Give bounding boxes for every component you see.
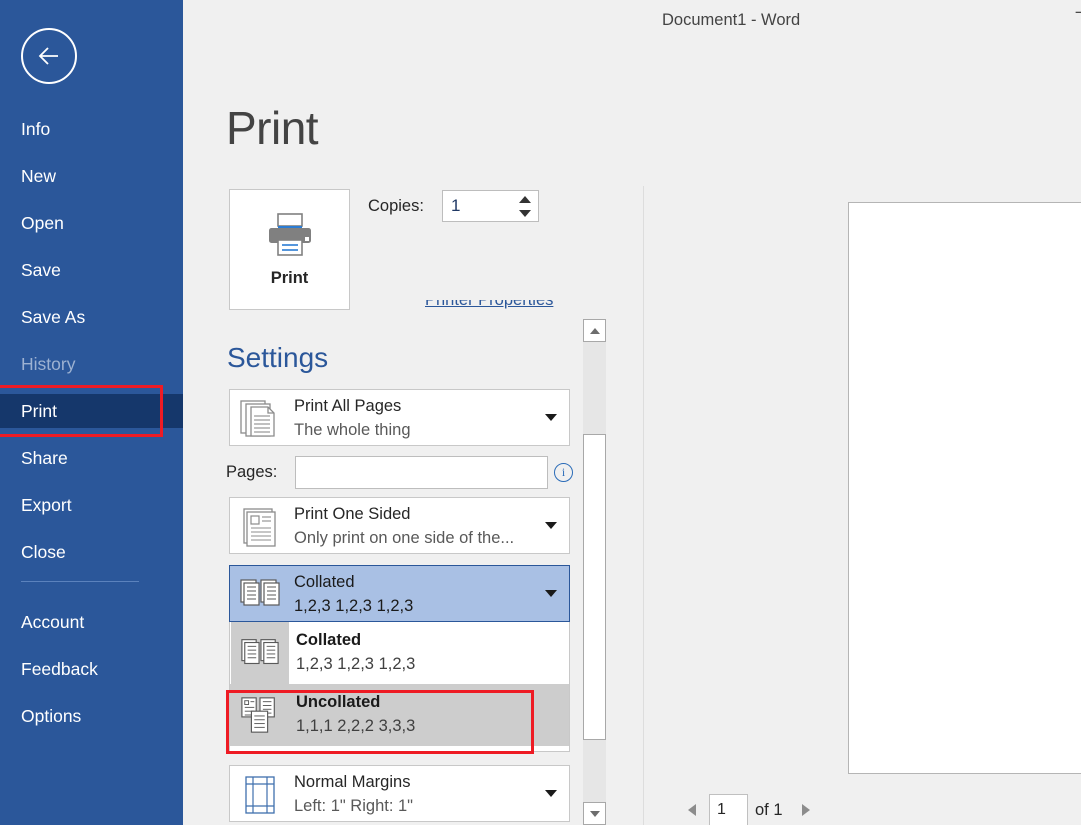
sidebar-item-account[interactable]: Account [0,605,183,639]
triangle-down-icon [519,210,531,217]
scrollbar-down-button[interactable] [583,802,606,825]
sidebar-item-label: Save [21,259,61,280]
settings-scrollbar[interactable] [583,319,606,825]
print-sides-subtitle: Only print on one side of the... [294,529,515,547]
scrollbar-thumb[interactable] [583,434,606,740]
pages-label: Pages: [226,463,278,481]
print-button[interactable]: Print [229,189,350,310]
dropdown-option-uncollated[interactable]: Uncollated 1,1,1 2,2,2 3,3,3 [230,684,569,746]
collation-dropdown-list: Collated 1,2,3 1,2,3 1,2,3 Uncollated 1,… [229,622,570,752]
print-range-subtitle: The whole thing [294,421,411,439]
sidebar-item-close[interactable]: Close [0,535,183,569]
print-preview-page [848,202,1081,774]
collation-title: Collated [294,573,355,591]
collated-icon [241,639,279,665]
sidebar-item-open[interactable]: Open [0,206,183,240]
titlebar-partial-icon: ⊤ [1074,8,1081,31]
sidebar-item-label: Save As [21,306,86,327]
sidebar-item-options[interactable]: Options [0,699,183,733]
copies-decrement-button[interactable] [517,207,533,220]
title-bar: Document1 - Word ⊤ [183,0,1081,40]
scrollbar-track-lower[interactable] [583,740,606,802]
settings-heading: Settings [227,342,329,373]
triangle-down-icon [589,810,600,817]
triangle-up-icon [519,196,531,203]
one-sided-page-icon [243,508,276,547]
print-sides-title: Print One Sided [294,505,411,523]
sidebar-item-feedback[interactable]: Feedback [0,652,183,686]
print-range-title: Print All Pages [294,397,402,415]
margins-dropdown[interactable]: Normal Margins Left: 1" Right: 1" [229,765,570,822]
dropdown-option-title: Collated [296,631,362,649]
pages-stack-icon [240,400,275,437]
option-icon-wrap [231,684,289,746]
copies-stepper[interactable]: 1 [442,190,539,222]
sidebar-item-print[interactable]: Print [0,394,183,428]
sidebar-item-label: Feedback [21,658,98,679]
backstage-sidebar: Info New Open Save Save As History Print… [0,0,183,825]
pages-info-icon[interactable]: i [554,463,573,482]
triangle-up-icon [589,327,600,334]
chevron-down-icon [545,414,557,421]
print-sides-dropdown[interactable]: Print One Sided Only print on one side o… [229,497,570,554]
page-count-label: of 1 [755,801,783,819]
print-button-label: Print [270,269,309,287]
print-range-dropdown[interactable]: Print All Pages The whole thing [229,389,570,446]
sidebar-item-save[interactable]: Save [0,253,183,287]
sidebar-item-label: Account [21,611,85,632]
back-arrow-button[interactable] [21,28,77,84]
margins-subtitle: Left: 1" Right: 1" [294,797,414,815]
chevron-down-icon [545,590,557,597]
sidebar-item-history: History [0,347,183,381]
page-title: Print [226,102,319,154]
page-number-input[interactable] [709,794,748,825]
pages-input[interactable] [295,456,548,489]
info-glyph: i [561,465,566,479]
back-arrow-icon [38,47,58,65]
sidebar-item-label: Options [21,705,82,726]
sidebar-item-label: New [21,165,57,186]
sidebar-item-info[interactable]: Info [0,112,183,146]
sidebar-item-new[interactable]: New [0,159,183,193]
dropdown-option-subtitle: 1,1,1 2,2,2 3,3,3 [296,717,416,735]
printer-properties-clip: Printer Properties [425,300,575,318]
copies-value[interactable]: 1 [451,196,460,216]
next-page-button[interactable] [797,801,815,819]
copies-increment-button[interactable] [517,193,533,206]
collation-dropdown[interactable]: Collated 1,2,3 1,2,3 1,2,3 [229,565,570,622]
chevron-down-icon [545,790,557,797]
collation-subtitle: 1,2,3 1,2,3 1,2,3 [294,597,414,615]
option-icon-wrap [231,622,289,684]
sidebar-item-label: Export [21,494,72,515]
window-title: Document1 - Word [662,11,801,29]
sidebar-item-share[interactable]: Share [0,441,183,475]
chevron-down-icon [545,522,557,529]
sidebar-item-save-as[interactable]: Save As [0,300,183,334]
triangle-right-icon [802,804,810,816]
sidebar-item-label: Open [21,212,64,233]
sidebar-divider [21,581,139,582]
sidebar-item-label: History [21,353,76,374]
triangle-left-icon [688,804,696,816]
sidebar-item-export[interactable]: Export [0,488,183,522]
previous-page-button[interactable] [683,801,701,819]
sidebar-item-label: Print [21,400,57,421]
margins-grid-icon [245,776,275,814]
scrollbar-up-button[interactable] [583,319,606,342]
copies-label: Copies: [368,197,424,215]
uncollated-icon [241,697,275,733]
collated-icon [240,579,280,606]
sidebar-item-label: Close [21,541,66,562]
margins-title: Normal Margins [294,773,411,791]
printer-icon [268,213,311,256]
sidebar-item-label: Share [21,447,68,468]
dropdown-option-title: Uncollated [296,693,381,711]
dropdown-option-collated[interactable]: Collated 1,2,3 1,2,3 1,2,3 [230,622,569,684]
sidebar-item-label: Info [21,118,51,139]
vertical-divider [643,186,644,825]
printer-properties-link[interactable]: Printer Properties [425,300,553,310]
scrollbar-track-upper[interactable] [583,342,606,434]
dropdown-option-subtitle: 1,2,3 1,2,3 1,2,3 [296,655,416,673]
